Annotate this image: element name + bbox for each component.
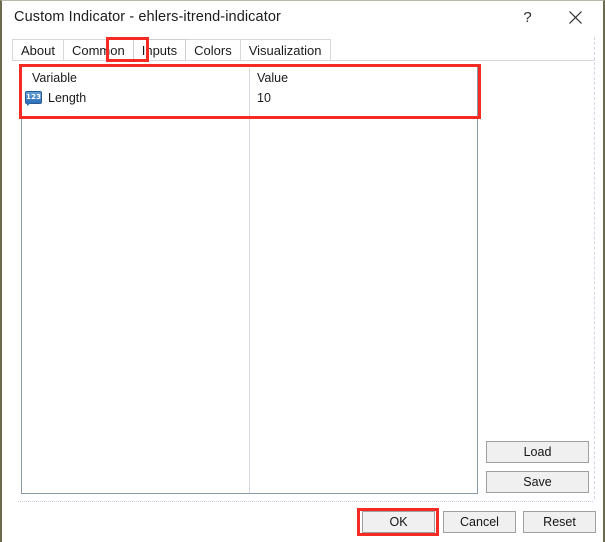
close-x-icon	[568, 10, 583, 25]
column-header-variable[interactable]: Variable	[32, 71, 77, 85]
save-button[interactable]: Save	[486, 471, 589, 493]
number-123-icon: 123	[25, 91, 42, 106]
question-mark-icon: ?	[521, 9, 534, 25]
tab-strip: About Common Inputs Colors Visualization	[12, 39, 330, 61]
table-row[interactable]: 123 Length 10	[22, 88, 477, 110]
svg-text:?: ?	[523, 9, 531, 25]
tab-colors[interactable]: Colors	[185, 39, 241, 60]
title-bar: Custom Indicator - ehlers-itrend-indicat…	[2, 1, 603, 37]
load-button[interactable]: Load	[486, 441, 589, 463]
custom-indicator-dialog: Custom Indicator - ehlers-itrend-indicat…	[0, 0, 605, 542]
row-variable-name: Length	[48, 91, 86, 105]
right-dashed-divider	[594, 37, 595, 499]
reset-button[interactable]: Reset	[523, 511, 596, 533]
cancel-button[interactable]: Cancel	[443, 511, 516, 533]
inputs-grid[interactable]: Variable Value 123 Length 10	[21, 66, 478, 494]
column-divider[interactable]	[249, 68, 250, 493]
row-value-field[interactable]: 10	[257, 91, 271, 105]
tab-inputs[interactable]: Inputs	[133, 39, 186, 60]
ok-button[interactable]: OK	[362, 511, 435, 533]
tab-strip-underline	[12, 60, 595, 61]
tab-visualization[interactable]: Visualization	[240, 39, 331, 60]
tab-common[interactable]: Common	[63, 39, 134, 60]
close-button[interactable]	[553, 1, 597, 33]
footer-separator	[18, 501, 593, 502]
tab-about[interactable]: About	[12, 39, 64, 60]
column-header-value[interactable]: Value	[257, 71, 288, 85]
window-title: Custom Indicator - ehlers-itrend-indicat…	[14, 9, 281, 25]
help-button[interactable]: ?	[505, 1, 549, 33]
